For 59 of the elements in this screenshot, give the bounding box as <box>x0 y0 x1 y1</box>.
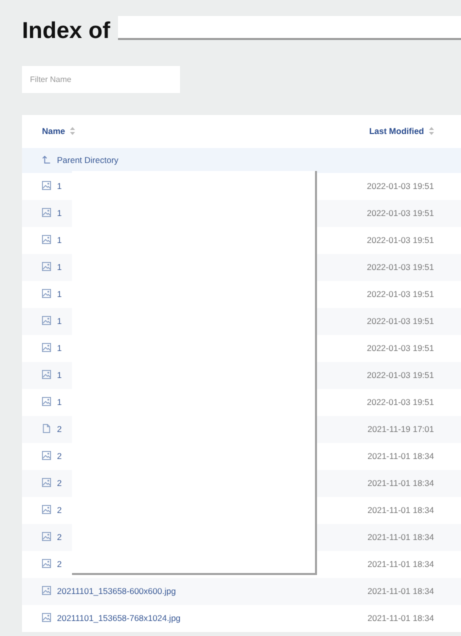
sort-icon[interactable] <box>70 127 76 136</box>
modified-date: 2022-01-03 19:51 <box>366 235 434 246</box>
image-file-icon <box>42 451 51 460</box>
modified-date: 2021-11-19 17:01 <box>368 424 434 434</box>
modified-date: 2022-01-03 19:51 <box>366 208 434 218</box>
modified-date: 2022-01-03 19:51 <box>366 181 434 192</box>
file-link[interactable]: 1 <box>57 208 62 218</box>
file-link[interactable]: 1 <box>57 235 62 246</box>
modified-date: 2021-11-01 18:34 <box>368 532 434 542</box>
image-file-icon <box>42 478 51 488</box>
modified-date: 2021-11-01 18:34 <box>368 451 434 462</box>
file-link[interactable]: 2 <box>57 478 62 488</box>
column-header[interactable]: Name <box>42 126 66 136</box>
column-header[interactable]: Last Modified <box>369 126 424 136</box>
image-file-icon <box>42 235 51 244</box>
image-file-icon <box>42 289 51 298</box>
parent-directory-icon <box>42 155 51 164</box>
file-link[interactable]: 1 <box>57 397 62 408</box>
image-file-icon <box>42 532 51 542</box>
file-link[interactable]: 1 <box>57 316 62 326</box>
file-link[interactable]: 1 <box>57 262 62 272</box>
modified-date: 2022-01-03 19:51 <box>366 289 434 300</box>
modified-date: 2021-11-01 18:34 <box>368 478 434 488</box>
filter-field[interactable]: Filter Name <box>22 66 180 93</box>
file-link[interactable]: 2 <box>57 424 62 434</box>
parent-directory-link[interactable]: Parent Directory <box>57 155 118 166</box>
image-file-icon <box>42 262 51 272</box>
modified-date: 2021-11-01 18:34 <box>368 586 434 596</box>
image-file-icon <box>42 343 51 352</box>
image-file-icon <box>42 505 51 514</box>
image-file-icon <box>42 208 51 218</box>
modified-date: 2022-01-03 19:51 <box>366 316 434 326</box>
file-link[interactable]: 1 <box>57 181 62 192</box>
file-link[interactable]: 2 <box>57 451 62 462</box>
sort-icon[interactable] <box>429 127 434 136</box>
modified-date: 2022-01-03 19:51 <box>366 397 434 408</box>
modified-date: 2021-11-01 18:34 <box>368 505 434 516</box>
file-link[interactable]: 20211101_153658-600x600.jpg <box>57 586 176 596</box>
image-file-icon <box>42 613 51 622</box>
page-title: Index of <box>22 16 110 44</box>
file-link[interactable]: 1 <box>57 343 62 354</box>
image-file-icon <box>42 559 51 568</box>
image-file-icon <box>42 316 51 326</box>
image-file-icon <box>42 397 51 406</box>
file-link[interactable]: 1 <box>57 370 62 380</box>
image-file-icon <box>42 181 51 190</box>
file-icon <box>42 424 51 434</box>
image-file-icon <box>42 370 51 380</box>
image-file-icon <box>42 586 51 596</box>
file-link[interactable]: 2 <box>57 532 62 542</box>
modified-date: 2022-01-03 19:51 <box>366 262 434 272</box>
file-link[interactable]: 1 <box>57 289 62 300</box>
modified-date: 2021-11-01 18:34 <box>368 559 434 570</box>
modified-date: 2022-01-03 19:51 <box>366 343 434 354</box>
modified-date: 2021-11-01 18:34 <box>368 613 434 624</box>
file-link[interactable]: 2 <box>57 559 62 570</box>
file-link[interactable]: 20211101_153658-768x1024.jpg <box>57 613 181 624</box>
file-link[interactable]: 2 <box>57 505 62 516</box>
modified-date: 2022-01-03 19:51 <box>366 370 434 380</box>
